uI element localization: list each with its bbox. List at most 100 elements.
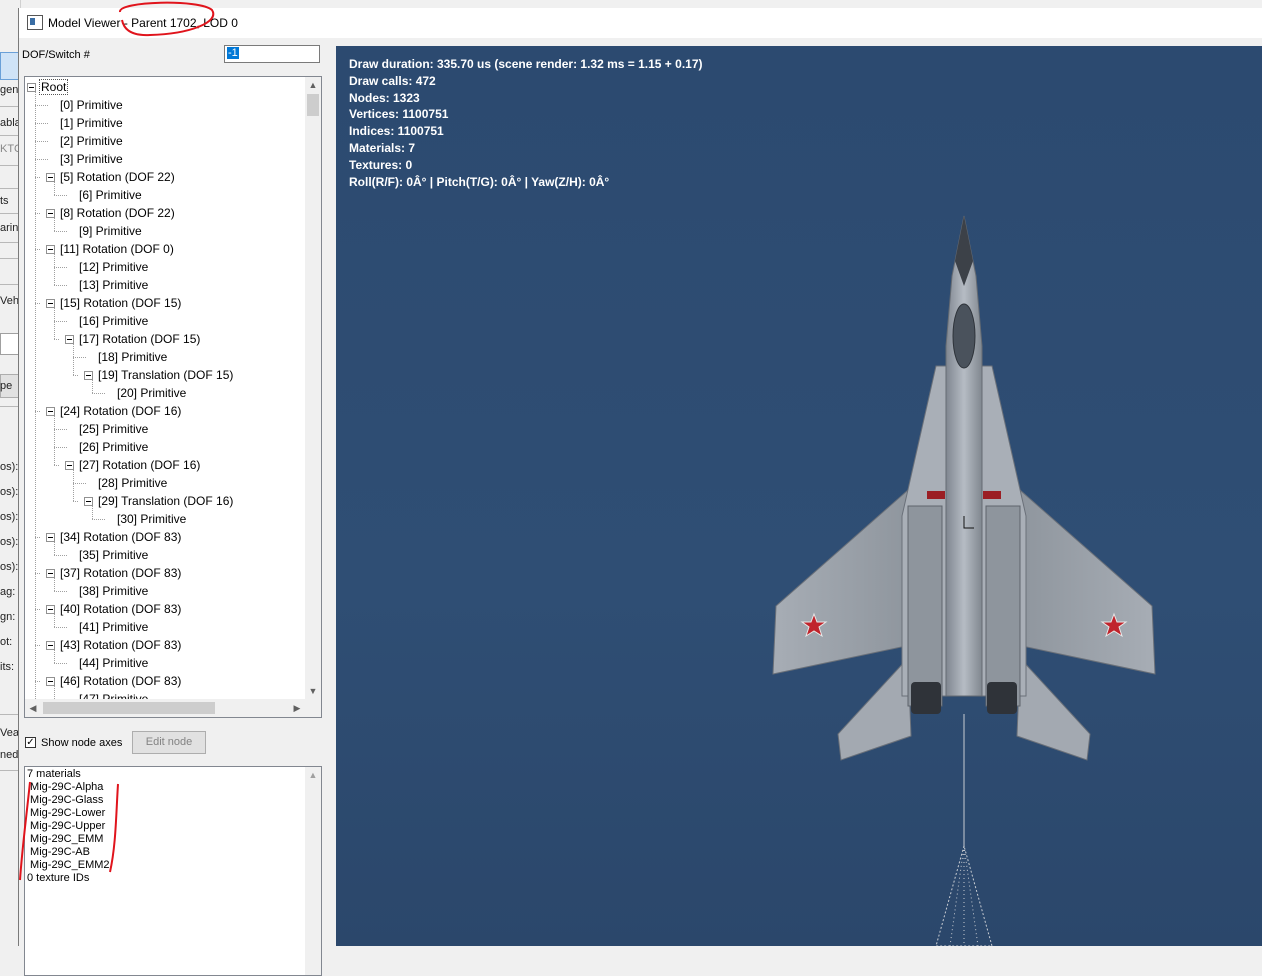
materials-textbox[interactable]: 7 materials Mig-29C-Alpha Mig-29C-Glass … — [24, 766, 322, 976]
bg-text: Vehi — [0, 295, 20, 307]
collapse-node-icon[interactable] — [65, 335, 74, 344]
collapse-node-icon[interactable] — [46, 173, 55, 182]
tree-vertical-scrollbar[interactable]: ▲ ▼ — [305, 77, 321, 699]
node-tree[interactable]: Root [0] Primitive [1] Primitive [2] Primit… — [24, 76, 322, 718]
collapse-node-icon[interactable] — [46, 641, 55, 650]
tree-vscroll-thumb[interactable] — [307, 94, 319, 116]
materials-line: 7 materials — [27, 768, 81, 780]
tree-node-label: [26] Primitive — [79, 440, 149, 454]
tree-hscroll-thumb[interactable] — [43, 702, 215, 714]
collapse-node-icon[interactable] — [46, 677, 55, 686]
tree-node-label: [28] Primitive — [98, 476, 168, 490]
window-title: Model Viewer - Parent 1702, LOD 0 — [48, 16, 238, 30]
tree-connector — [54, 447, 67, 448]
tree-node[interactable]: [29] Translation (DOF 16) — [96, 492, 235, 510]
bg-text: gen — [0, 84, 19, 96]
tree-connector — [73, 357, 86, 358]
collapse-node-icon[interactable] — [46, 605, 55, 614]
tree-node[interactable]: [9] Primitive — [77, 222, 144, 240]
title-bar[interactable]: Model Viewer - Parent 1702, LOD 0 — [19, 8, 1262, 38]
tree-node[interactable]: [37] Rotation (DOF 83) — [58, 564, 183, 582]
tree-node[interactable]: [2] Primitive — [58, 132, 125, 150]
tree-node-label: [20] Primitive — [117, 386, 187, 400]
collapse-node-icon[interactable] — [65, 461, 74, 470]
tree-node[interactable]: [26] Primitive — [77, 438, 150, 456]
tree-node[interactable]: [12] Primitive — [77, 258, 150, 276]
tree-node[interactable]: [44] Primitive — [77, 654, 150, 672]
tree-node[interactable]: [6] Primitive — [77, 186, 144, 204]
tree-node[interactable]: [3] Primitive — [58, 150, 125, 168]
tree-node[interactable]: [28] Primitive — [96, 474, 169, 492]
tree-node[interactable]: [13] Primitive — [77, 276, 150, 294]
tree-node[interactable]: [41] Primitive — [77, 618, 150, 636]
collapse-node-icon[interactable] — [27, 83, 36, 92]
scroll-right-icon[interactable]: ▶ — [289, 699, 305, 717]
tree-node[interactable]: [47] Primitive — [77, 690, 150, 699]
tree-connector — [54, 231, 67, 232]
collapse-node-icon[interactable] — [84, 497, 93, 506]
materials-lines: 7 materials Mig-29C-Alpha Mig-29C-Glass … — [27, 768, 110, 885]
tree-node[interactable]: [18] Primitive — [96, 348, 169, 366]
tree-connector — [54, 195, 67, 196]
tree-connector — [35, 123, 48, 124]
show-node-axes-label[interactable]: Show node axes — [41, 737, 122, 749]
show-node-axes-checkbox[interactable]: ✓ — [25, 737, 36, 748]
materials-line: Mig-29C_EMM2 — [27, 859, 110, 871]
materials-line: 0 texture IDs — [27, 872, 90, 884]
tree-node[interactable]: [19] Translation (DOF 15) — [96, 366, 235, 384]
tree-node-label: [40] Rotation (DOF 83) — [60, 602, 182, 616]
tree-node[interactable]: [16] Primitive — [77, 312, 150, 330]
scroll-up-icon[interactable]: ▲ — [305, 77, 321, 93]
collapse-node-icon[interactable] — [46, 245, 55, 254]
tree-node[interactable]: [17] Rotation (DOF 15) — [77, 330, 202, 348]
bg-text: ned — [0, 749, 19, 761]
model-viewer-window: Model Viewer - Parent 1702, LOD 0 DOF/Sw… — [18, 8, 1262, 976]
collapse-node-icon[interactable] — [46, 299, 55, 308]
collapse-node-icon[interactable] — [46, 407, 55, 416]
tree-node[interactable]: [43] Rotation (DOF 83) — [58, 636, 183, 654]
node-tree-content: Root [0] Primitive [1] Primitive [2] Primit… — [25, 77, 305, 699]
tree-node[interactable]: [38] Primitive — [77, 582, 150, 600]
scroll-left-icon[interactable]: ◀ — [25, 699, 41, 717]
tree-node[interactable]: [0] Primitive — [58, 96, 125, 114]
tree-node[interactable]: Root — [39, 78, 69, 96]
tree-node[interactable]: [1] Primitive — [58, 114, 125, 132]
edit-node-button[interactable]: Edit node — [132, 731, 206, 754]
tree-node[interactable]: [8] Rotation (DOF 22) — [58, 204, 177, 222]
tree-horizontal-scrollbar[interactable]: ◀ ▶ — [25, 699, 305, 717]
tree-node[interactable]: [35] Primitive — [77, 546, 150, 564]
tree-node[interactable]: [46] Rotation (DOF 83) — [58, 672, 183, 690]
tree-node[interactable]: [30] Primitive — [115, 510, 188, 528]
dof-switch-input[interactable]: -1 — [224, 45, 320, 63]
tree-node[interactable]: [34] Rotation (DOF 83) — [58, 528, 183, 546]
window-client-area: DOF/Switch # -1 Root [0] Primitive [1] Pri… — [19, 38, 1262, 976]
tree-connector — [54, 627, 67, 628]
materials-line: Mig-29C-AB — [27, 846, 90, 858]
tree-node[interactable]: [11] Rotation (DOF 0) — [58, 240, 176, 258]
bg-text: KTC — [0, 143, 20, 155]
collapse-node-icon[interactable] — [46, 209, 55, 218]
tree-guide-line — [54, 542, 55, 555]
tree-node[interactable]: [5] Rotation (DOF 22) — [58, 168, 177, 186]
materials-vertical-scrollbar[interactable]: ▲ — [305, 767, 321, 975]
collapse-node-icon[interactable] — [84, 371, 93, 380]
tree-node[interactable]: [24] Rotation (DOF 16) — [58, 402, 183, 420]
bg-blue-widget — [0, 52, 20, 80]
bg-text: os): — [0, 461, 19, 473]
tree-node[interactable]: [15] Rotation (DOF 15) — [58, 294, 183, 312]
tree-node[interactable]: [25] Primitive — [77, 420, 150, 438]
tree-connector — [73, 375, 78, 376]
materials-line: Mig-29C-Upper — [27, 820, 106, 832]
left-exhaust — [911, 682, 941, 714]
tree-node-label: Root — [39, 79, 69, 95]
scroll-up-icon[interactable]: ▲ — [305, 767, 321, 783]
tree-node-label: [12] Primitive — [79, 260, 149, 274]
render-viewport[interactable]: Draw duration: 335.70 us (scene render: … — [336, 46, 1262, 946]
scroll-down-icon[interactable]: ▼ — [305, 683, 321, 699]
tree-node[interactable]: [27] Rotation (DOF 16) — [77, 456, 202, 474]
tree-node[interactable]: [20] Primitive — [115, 384, 188, 402]
tree-node[interactable]: [40] Rotation (DOF 83) — [58, 600, 183, 618]
bg-text: os): — [0, 511, 19, 523]
collapse-node-icon[interactable] — [46, 569, 55, 578]
collapse-node-icon[interactable] — [46, 533, 55, 542]
